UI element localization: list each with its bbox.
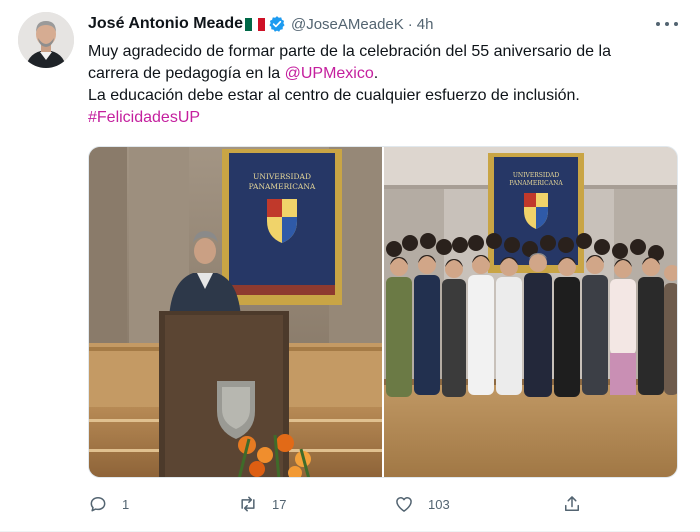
share-upload-icon — [565, 496, 579, 511]
tweet-text-segment: . — [373, 65, 379, 82]
verified-badge-icon — [269, 16, 285, 32]
more-options-button[interactable] — [656, 16, 678, 32]
retweet-count: 17 — [272, 496, 287, 512]
banner-text-line1: UNIVERSIDAD — [513, 172, 560, 179]
tweet-text-line: carrera de pedagogía en la @UPMexico. — [88, 63, 678, 85]
tweet-text: Muy agradecido de formar parte de la cel… — [88, 41, 678, 129]
avatar-image — [18, 12, 74, 68]
media-grid: UNIVERSIDAD PANAMERICANA UNIVERSIDAD PAN… — [88, 146, 678, 478]
heart-icon — [396, 497, 412, 512]
separator-dot: · — [407, 15, 413, 33]
photo-group[interactable]: UNIVERSIDAD PANAMERICANA — [384, 147, 677, 477]
hashtag-link[interactable]: #FelicidadesUP — [88, 107, 678, 129]
retweet-button[interactable]: 17 — [238, 490, 286, 518]
banner-text-line2: PANAMERICANA — [249, 182, 316, 191]
photo-speaker-podium[interactable]: UNIVERSIDAD PANAMERICANA — [89, 147, 382, 477]
banner-text-line1: UNIVERSIDAD — [253, 172, 311, 181]
like-button[interactable]: 103 — [394, 490, 450, 518]
share-button[interactable] — [562, 490, 582, 518]
tweet-text-line: Muy agradecido de formar parte de la cel… — [88, 43, 611, 60]
author-name[interactable]: José Antonio Meade — [88, 15, 243, 33]
banner-text-line2: PANAMERICANA — [509, 180, 563, 187]
like-count: 103 — [428, 496, 450, 512]
retweet-arrows-icon — [241, 496, 255, 512]
speech-bubble-icon — [90, 497, 106, 512]
tweet-header: José Antonio Meade @JoseAMeadeK · 4h — [88, 12, 433, 36]
avatar[interactable] — [18, 12, 74, 68]
tweet-text-line: La educación debe estar al centro de cua… — [88, 87, 580, 104]
tweet-card[interactable]: José Antonio Meade @JoseAMeadeK · 4h Muy… — [0, 0, 700, 532]
action-bar: 1 17 103 — [88, 490, 588, 518]
author-handle[interactable]: @JoseAMeadeK — [291, 16, 404, 33]
tweet-text-segment: carrera de pedagogía en la — [88, 65, 285, 82]
three-dots-icon — [656, 22, 660, 26]
tweet-timestamp[interactable]: 4h — [417, 16, 434, 33]
mexico-flag-icon — [244, 17, 265, 31]
mention-link[interactable]: @UPMexico — [285, 65, 374, 82]
reply-count: 1 — [122, 496, 130, 512]
reply-button[interactable]: 1 — [88, 490, 129, 518]
